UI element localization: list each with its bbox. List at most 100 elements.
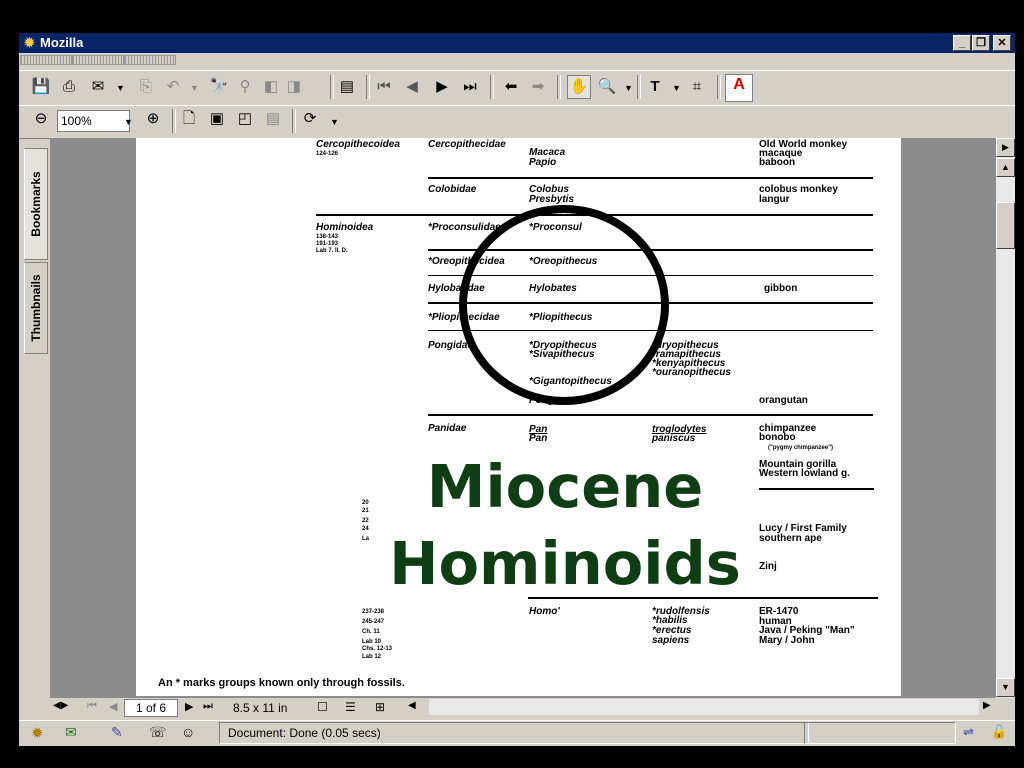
- scroll-down-icon[interactable]: ▼: [996, 678, 1015, 697]
- rotate-view-icon[interactable]: ⟳: [299, 108, 321, 130]
- composer-icon[interactable]: ✎: [111, 724, 123, 741]
- chevron-down-icon[interactable]: ▼: [330, 117, 339, 127]
- actual-size-icon[interactable]: 🗋: [178, 108, 200, 130]
- continuous-facing-icon[interactable]: ⊞: [375, 700, 385, 714]
- zoom-in-tool-icon[interactable]: 🔍: [596, 76, 618, 98]
- scroll-left-icon[interactable]: ◀: [408, 700, 416, 711]
- mozilla-icon[interactable]: ✹: [31, 724, 44, 742]
- fit-width-icon[interactable]: ◰: [234, 108, 256, 130]
- find-icon[interactable]: 🔭: [208, 76, 230, 98]
- genus-cell: Homo': [529, 606, 560, 617]
- undo-icon[interactable]: ↶: [162, 76, 184, 98]
- zoom-input[interactable]: 100%: [57, 110, 130, 132]
- address-book-icon[interactable]: ☏: [149, 724, 167, 741]
- toggle-pane-icon[interactable]: ◀▶: [53, 700, 68, 711]
- save-icon[interactable]: 💾: [30, 76, 52, 98]
- first-page-icon[interactable]: ⏮: [373, 76, 395, 98]
- toolbar-grip[interactable]: [20, 55, 72, 65]
- show-navigation-pane-icon[interactable]: ▤: [336, 76, 358, 98]
- page-size-label: 8.5 x 11 in: [233, 701, 288, 715]
- row-divider: [759, 488, 874, 490]
- family-cell: Colobidae: [428, 184, 477, 195]
- zoom-toolbar: [19, 105, 1015, 139]
- zoom-out-icon[interactable]: ⊖: [30, 108, 52, 130]
- next-page-icon[interactable]: ▶: [431, 76, 453, 98]
- scroll-right-icon[interactable]: ▶: [996, 138, 1015, 157]
- scroll-up-icon[interactable]: ▲: [996, 158, 1015, 177]
- separator: [717, 75, 721, 99]
- genus-cell: Papio: [529, 157, 557, 168]
- family-cell: Cercopithecidae: [428, 139, 506, 150]
- go-back-icon[interactable]: ⬅: [500, 76, 522, 98]
- row-divider: [428, 177, 873, 179]
- copy-icon[interactable]: ⎘: [135, 76, 157, 98]
- page-ref: 245-247: [362, 619, 385, 625]
- common-name-cell: Western lowland g.: [759, 468, 850, 479]
- graphics-select-tool-icon[interactable]: ⌗: [686, 76, 708, 98]
- separator: [330, 75, 334, 99]
- superfamily-cell: Hominoidea: [316, 222, 374, 233]
- search-icon[interactable]: ⚲: [234, 76, 256, 98]
- genus-cell: Pan: [529, 433, 548, 444]
- previous-page-icon[interactable]: ◀: [401, 76, 423, 98]
- single-page-icon[interactable]: ☐: [317, 700, 328, 714]
- scroll-thumb[interactable]: [996, 202, 1015, 249]
- online-status-icon[interactable]: ⇌: [963, 724, 974, 740]
- vertical-scrollbar[interactable]: ▶ ▲ ▼: [996, 138, 1015, 698]
- chevron-down-icon[interactable]: ▼: [672, 83, 681, 93]
- status-bar: ✹ ✉ ✎ ☏ ☺ Document: Done (0.05 secs) ⇌ 🔓: [19, 720, 1015, 746]
- forward-view-icon[interactable]: ◨: [283, 76, 305, 98]
- chat-icon[interactable]: ☺: [181, 724, 195, 740]
- chevron-down-icon[interactable]: ▼: [624, 83, 633, 93]
- previous-page-icon[interactable]: ◀: [109, 700, 117, 713]
- tab-thumbnails-label: Thumbnails: [29, 274, 43, 342]
- separator: [366, 75, 370, 99]
- tab-bookmarks[interactable]: Bookmarks: [24, 148, 48, 260]
- footnote: An * marks groups known only through fos…: [158, 677, 405, 689]
- mail-icon[interactable]: ✉: [65, 724, 77, 741]
- first-page-icon[interactable]: ⏮: [87, 700, 97, 713]
- go-forward-icon[interactable]: ➡: [527, 76, 549, 98]
- adobe-logo-icon[interactable]: A: [725, 74, 753, 102]
- fit-visible-icon[interactable]: ▤: [262, 108, 284, 130]
- tab-bookmarks-label: Bookmarks: [29, 171, 43, 237]
- minimize-button[interactable]: _: [953, 35, 971, 51]
- page-number-input[interactable]: 1 of 6: [124, 699, 178, 717]
- common-name-cell: langur: [759, 194, 790, 205]
- hand-tool-icon[interactable]: ✋: [567, 75, 591, 99]
- chevron-down-icon[interactable]: ▼: [124, 117, 133, 127]
- separator: [490, 75, 494, 99]
- separator: [172, 109, 176, 133]
- last-page-icon[interactable]: ⏭: [459, 76, 481, 98]
- security-lock-icon[interactable]: 🔓: [991, 724, 1007, 740]
- page-ref: 237-238: [362, 609, 385, 615]
- zoom-in-icon[interactable]: ⊕: [142, 108, 164, 130]
- scroll-right-icon[interactable]: ▶: [983, 700, 991, 711]
- text-select-tool-icon[interactable]: T: [644, 76, 666, 98]
- title-bar: ✹ Mozilla _ ❐ ✕: [19, 33, 1015, 53]
- common-name-note: ("pygmy chimpanzee"): [768, 445, 834, 451]
- chevron-down-icon[interactable]: ▼: [190, 83, 199, 93]
- email-icon[interactable]: ✉: [87, 76, 109, 98]
- common-name-cell: southern ape: [759, 533, 822, 544]
- next-page-icon[interactable]: ▶: [185, 700, 193, 713]
- continuous-icon[interactable]: ☰: [345, 700, 356, 714]
- back-view-icon[interactable]: ◧: [260, 76, 282, 98]
- print-icon[interactable]: ⎙: [58, 76, 80, 98]
- close-button[interactable]: ✕: [993, 35, 1011, 51]
- fit-page-icon[interactable]: ▣: [206, 108, 228, 130]
- status-text: Document: Done (0.05 secs): [219, 722, 809, 744]
- horizontal-scrollbar[interactable]: [429, 699, 979, 715]
- page-ref: Lab 7. II. D.: [316, 248, 348, 254]
- restore-button[interactable]: ❐: [972, 35, 990, 51]
- last-page-icon[interactable]: ⏭: [203, 700, 213, 713]
- tab-thumbnails[interactable]: Thumbnails: [24, 262, 48, 354]
- toolbar-grip[interactable]: [124, 55, 176, 65]
- chevron-down-icon[interactable]: ▼: [116, 83, 125, 93]
- slide-title-line2: Hominoids: [389, 529, 741, 598]
- species-cell: sapiens: [652, 635, 690, 646]
- window-title: Mozilla: [40, 35, 84, 50]
- page-ref: 191-193: [316, 241, 339, 247]
- side-tabs: Bookmarks Thumbnails: [21, 138, 49, 698]
- toolbar-grip[interactable]: [72, 55, 124, 65]
